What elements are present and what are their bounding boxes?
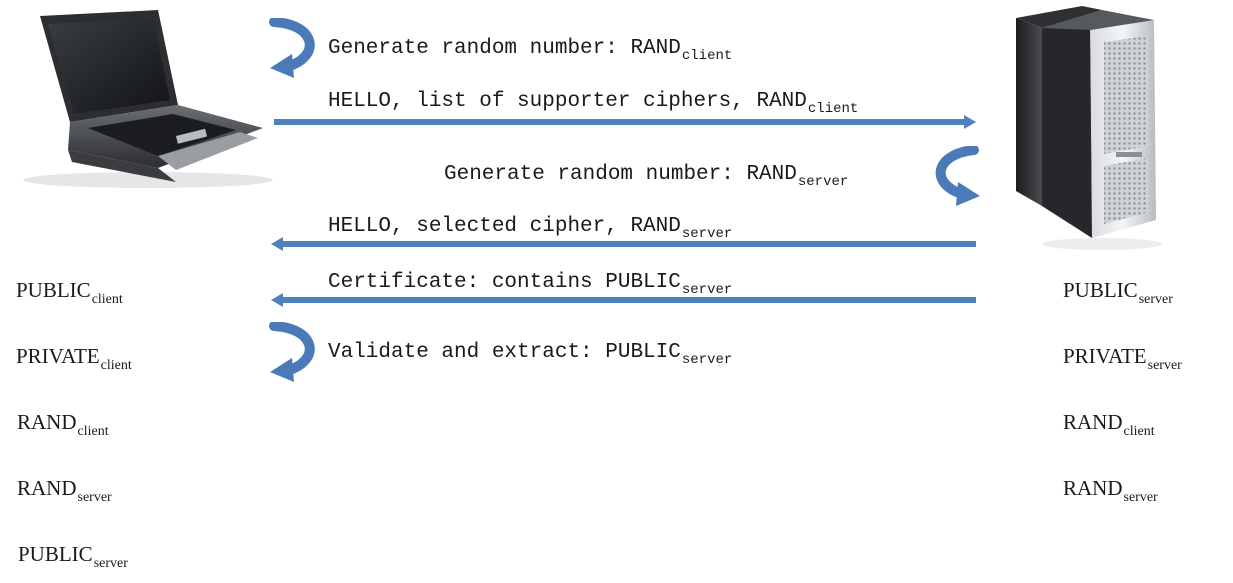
step-text: Generate random number: RAND <box>328 37 681 60</box>
step-text: HELLO, list of supporter ciphers, RAND <box>328 90 807 113</box>
server-key-rand-client: RANDclient <box>1063 410 1155 439</box>
arrow-server-to-client <box>282 297 976 303</box>
server-key-rand-server: RANDserver <box>1063 476 1158 505</box>
step-subscript: server <box>681 352 733 368</box>
key-subscript: server <box>93 556 128 571</box>
arrow-server-to-client <box>282 241 976 247</box>
step-validate: Validate and extract: PUBLICserver <box>328 341 732 368</box>
laptop-icon <box>23 10 273 188</box>
step-generate-server: Generate random number: RANDserver <box>444 163 848 190</box>
curved-arrow-icon <box>269 18 315 78</box>
key-label: RAND <box>1063 476 1123 500</box>
step-text: Certificate: contains PUBLIC <box>328 271 681 294</box>
key-label: PRIVATE <box>1063 344 1147 368</box>
arrowhead-left-icon <box>271 237 283 251</box>
step-hello-client: HELLO, list of supporter ciphers, RANDcl… <box>328 90 858 117</box>
key-label: PUBLIC <box>1063 278 1138 302</box>
step-generate-client: Generate random number: RANDclient <box>328 37 732 64</box>
key-label: PRIVATE <box>16 344 100 368</box>
step-subscript: server <box>681 282 733 298</box>
server-key-private-server: PRIVATEserver <box>1063 344 1182 373</box>
server-key-public-server: PUBLICserver <box>1063 278 1173 307</box>
step-certificate: Certificate: contains PUBLICserver <box>328 271 732 298</box>
key-label: RAND <box>17 476 77 500</box>
key-subscript: server <box>77 490 112 505</box>
key-subscript: server <box>1147 358 1182 373</box>
key-subscript: server <box>1123 490 1158 505</box>
step-text: HELLO, selected cipher, RAND <box>328 215 681 238</box>
key-subscript: client <box>100 358 132 373</box>
step-text: Validate and extract: PUBLIC <box>328 341 681 364</box>
key-label: RAND <box>17 410 77 434</box>
step-subscript: client <box>681 48 733 64</box>
key-subscript: client <box>91 292 123 307</box>
arrowhead-left-icon <box>271 293 283 307</box>
step-subscript: client <box>807 101 859 117</box>
step-subscript: server <box>681 226 733 242</box>
server-tower-icon <box>1016 6 1162 250</box>
curved-arrow-icon <box>269 322 315 382</box>
key-subscript: client <box>77 424 109 439</box>
client-key-private-client: PRIVATEclient <box>16 344 132 373</box>
key-subscript: server <box>1138 292 1173 307</box>
client-key-rand-client: RANDclient <box>17 410 109 439</box>
key-label: PUBLIC <box>18 542 93 566</box>
arrowhead-right-icon <box>964 115 976 129</box>
client-key-public-client: PUBLICclient <box>16 278 123 307</box>
key-label: RAND <box>1063 410 1123 434</box>
step-text: Generate random number: RAND <box>444 163 797 186</box>
key-label: PUBLIC <box>16 278 91 302</box>
step-hello-server: HELLO, selected cipher, RANDserver <box>328 215 732 242</box>
curved-arrow-icon <box>935 146 980 206</box>
client-key-public-server: PUBLICserver <box>18 542 128 571</box>
arrow-client-to-server <box>274 119 966 125</box>
key-subscript: client <box>1123 424 1155 439</box>
step-subscript: server <box>797 174 849 190</box>
client-key-rand-server: RANDserver <box>17 476 112 505</box>
